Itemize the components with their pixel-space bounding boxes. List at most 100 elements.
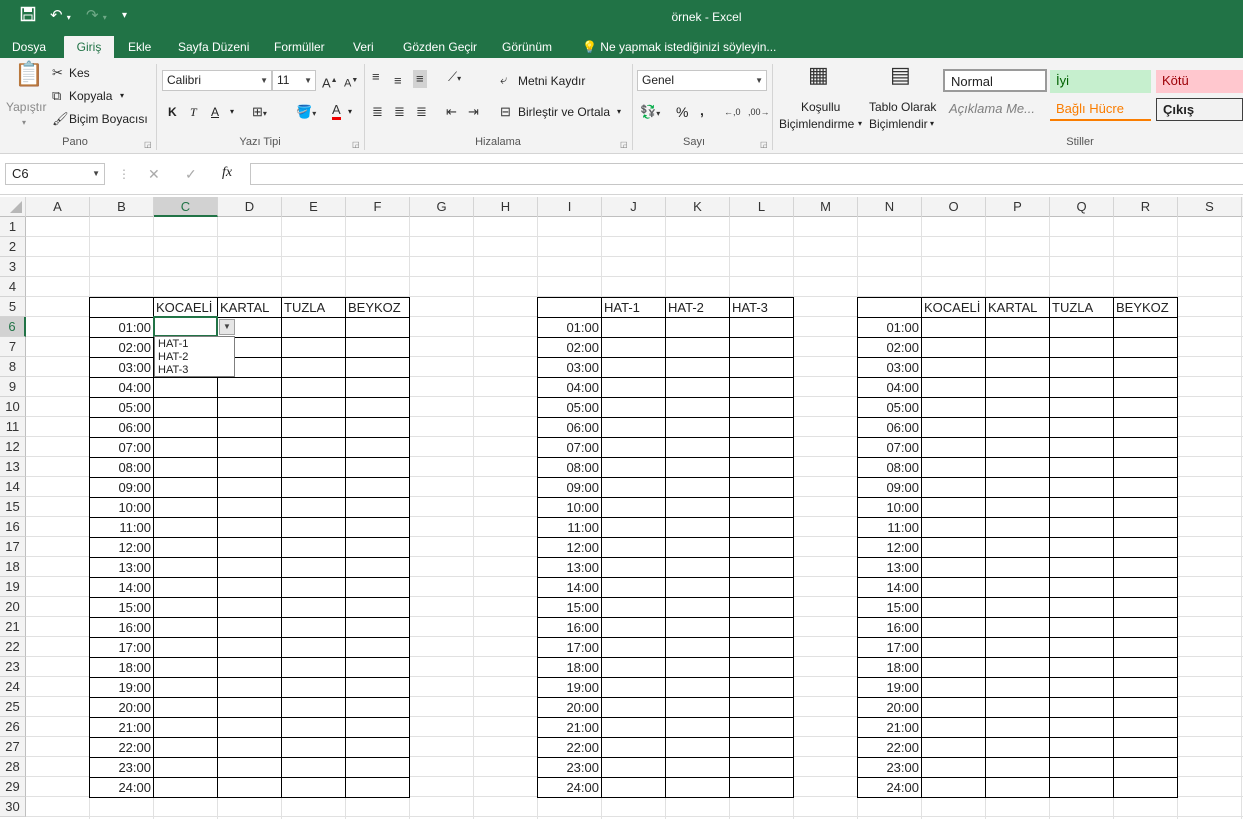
table-cell[interactable]: [345, 577, 410, 598]
table-cell[interactable]: [1113, 777, 1178, 798]
table-cell[interactable]: [729, 417, 794, 438]
table-cell[interactable]: [601, 357, 666, 378]
table-cell[interactable]: [729, 517, 794, 538]
table-cell[interactable]: [153, 377, 218, 398]
table-cell[interactable]: [665, 637, 730, 658]
time-cell[interactable]: 10:00: [89, 497, 154, 518]
table-cell[interactable]: [985, 317, 1050, 338]
time-cell[interactable]: 06:00: [89, 417, 154, 438]
font-color-icon[interactable]: A: [332, 103, 341, 120]
table-cell[interactable]: [345, 557, 410, 578]
dropdown-option[interactable]: HAT-1: [158, 338, 234, 351]
dropdown-option[interactable]: HAT-3: [158, 364, 234, 377]
time-cell[interactable]: 13:00: [857, 557, 922, 578]
table-cell[interactable]: [153, 497, 218, 518]
table-cell[interactable]: [281, 317, 346, 338]
time-cell[interactable]: 16:00: [89, 617, 154, 638]
table-cell[interactable]: [1113, 577, 1178, 598]
table-cell[interactable]: [921, 357, 986, 378]
table-cell[interactable]: [345, 737, 410, 758]
table-cell[interactable]: [1113, 397, 1178, 418]
tab-home[interactable]: Giriş: [64, 36, 114, 58]
time-cell[interactable]: 11:00: [89, 517, 154, 538]
time-cell[interactable]: 01:00: [857, 317, 922, 338]
table-cell[interactable]: [217, 377, 282, 398]
table-cell[interactable]: [985, 457, 1050, 478]
time-cell[interactable]: 13:00: [89, 557, 154, 578]
table-cell[interactable]: [1113, 597, 1178, 618]
table-cell[interactable]: [281, 717, 346, 738]
time-cell[interactable]: 05:00: [89, 397, 154, 418]
table-cell[interactable]: [985, 657, 1050, 678]
table-cell[interactable]: [153, 437, 218, 458]
time-cell[interactable]: 06:00: [537, 417, 602, 438]
table-cell[interactable]: [345, 477, 410, 498]
table-cell[interactable]: [985, 697, 1050, 718]
table-cell[interactable]: [1049, 457, 1114, 478]
table-cell[interactable]: [1049, 477, 1114, 498]
borders-icon[interactable]: ⊞▾: [252, 103, 267, 123]
table-cell[interactable]: [665, 317, 730, 338]
table-cell[interactable]: [1049, 337, 1114, 358]
column-header-s[interactable]: S: [1178, 197, 1242, 217]
table-cell[interactable]: [345, 717, 410, 738]
row-header-15[interactable]: 15: [0, 497, 26, 517]
table-cell[interactable]: [281, 577, 346, 598]
table-cell[interactable]: [217, 397, 282, 418]
table-cell[interactable]: [217, 757, 282, 778]
validation-dropdown-list[interactable]: HAT-1 HAT-2 HAT-3: [154, 336, 235, 377]
table-cell[interactable]: [153, 517, 218, 538]
number-launcher-icon[interactable]: ◲: [760, 140, 768, 149]
paste-dropdown-icon[interactable]: ▾: [22, 114, 26, 132]
table-cell[interactable]: [1113, 357, 1178, 378]
table-cell[interactable]: [601, 337, 666, 358]
table-cell[interactable]: [985, 417, 1050, 438]
table-cell[interactable]: [601, 577, 666, 598]
table-cell[interactable]: [1049, 717, 1114, 738]
table-cell[interactable]: [281, 617, 346, 638]
table-cell[interactable]: [281, 777, 346, 798]
time-cell[interactable]: 05:00: [857, 397, 922, 418]
table-cell[interactable]: [217, 537, 282, 558]
time-cell[interactable]: 07:00: [89, 437, 154, 458]
row-header-16[interactable]: 16: [0, 517, 26, 537]
table-cell[interactable]: [1113, 377, 1178, 398]
time-cell[interactable]: 16:00: [537, 617, 602, 638]
table-cell[interactable]: [665, 497, 730, 518]
time-cell[interactable]: 21:00: [857, 717, 922, 738]
table-cell[interactable]: [89, 297, 154, 318]
row-header-5[interactable]: 5: [0, 297, 26, 317]
table-cell[interactable]: [153, 737, 218, 758]
time-cell[interactable]: 20:00: [89, 697, 154, 718]
time-cell[interactable]: 18:00: [537, 657, 602, 678]
table-cell[interactable]: [601, 677, 666, 698]
row-header-17[interactable]: 17: [0, 537, 26, 557]
table-column-header[interactable]: KARTAL: [985, 297, 1050, 318]
row-header-22[interactable]: 22: [0, 637, 26, 657]
table-cell[interactable]: [217, 517, 282, 538]
table-cell[interactable]: [217, 437, 282, 458]
time-cell[interactable]: 06:00: [857, 417, 922, 438]
table-cell[interactable]: [281, 477, 346, 498]
table-cell[interactable]: [1049, 617, 1114, 638]
table-cell[interactable]: [729, 657, 794, 678]
table-cell[interactable]: [281, 597, 346, 618]
table-cell[interactable]: [153, 537, 218, 558]
table-cell[interactable]: [153, 637, 218, 658]
time-cell[interactable]: 19:00: [857, 677, 922, 698]
time-cell[interactable]: 23:00: [857, 757, 922, 778]
table-cell[interactable]: [217, 737, 282, 758]
format-as-table-label-2[interactable]: Biçimlendir: [869, 115, 928, 133]
table-cell[interactable]: [601, 417, 666, 438]
time-cell[interactable]: 11:00: [857, 517, 922, 538]
column-header-o[interactable]: O: [922, 197, 986, 217]
row-header-12[interactable]: 12: [0, 437, 26, 457]
table-cell[interactable]: [921, 717, 986, 738]
table-cell[interactable]: [665, 457, 730, 478]
table-cell[interactable]: [601, 657, 666, 678]
table-cell[interactable]: [729, 437, 794, 458]
table-cell[interactable]: [985, 557, 1050, 578]
table-cell[interactable]: [729, 557, 794, 578]
table-cell[interactable]: [601, 717, 666, 738]
time-cell[interactable]: 15:00: [537, 597, 602, 618]
